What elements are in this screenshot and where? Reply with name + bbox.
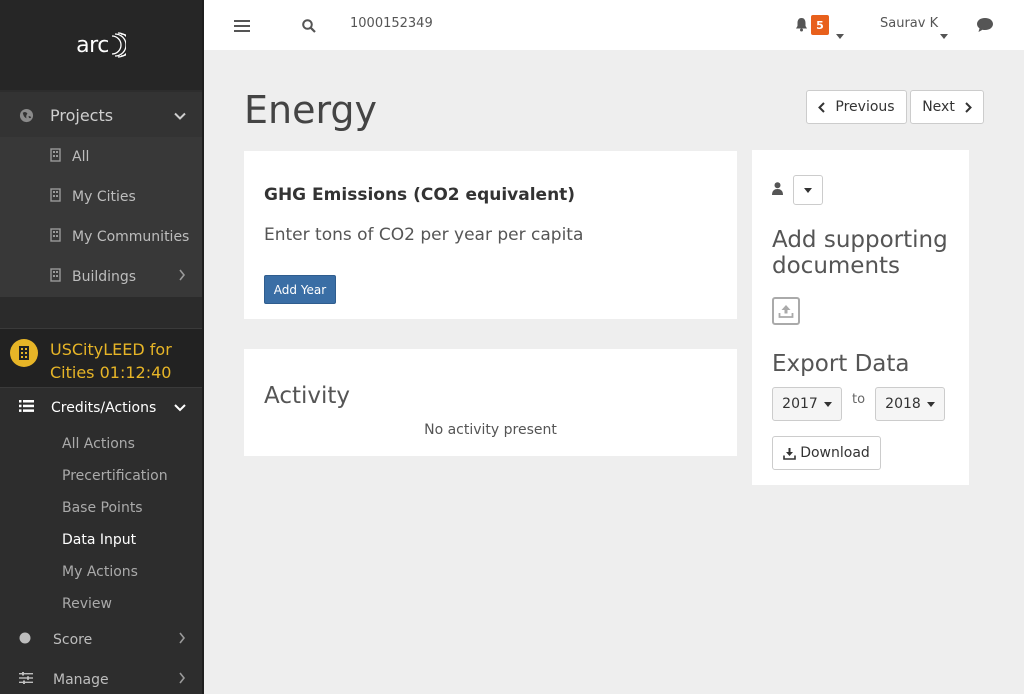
download-label: Download — [800, 445, 870, 461]
sidebar-item-buildings[interactable]: Buildings — [0, 257, 202, 297]
hamburger-menu-icon[interactable] — [234, 18, 250, 37]
sidebar-item-label: My Communities — [72, 229, 190, 245]
sidebar-item-label: My Cities — [72, 189, 136, 205]
from-year-value: 2017 — [782, 396, 818, 412]
side-panel: Add supporting documents Export Data 201… — [752, 150, 969, 485]
activity-empty-text: No activity present — [424, 422, 557, 438]
chevron-right-icon — [178, 672, 186, 688]
sidebar-item-manage[interactable]: Manage — [0, 660, 202, 694]
notification-badge[interactable]: 5 — [811, 15, 829, 35]
sidebar-item-my-communities[interactable]: My Communities — [0, 217, 202, 257]
download-button[interactable]: Download — [772, 436, 881, 470]
assignee-dropdown-button[interactable] — [793, 175, 823, 205]
sidebar-item-all-actions[interactable]: All Actions — [62, 436, 135, 452]
chevron-left-icon — [818, 101, 826, 113]
credits-actions-label: Credits/Actions — [51, 400, 157, 416]
sidebar-item-review[interactable]: Review — [62, 596, 112, 612]
arc-logo[interactable]: arc — [76, 32, 126, 58]
to-label: to — [852, 392, 866, 407]
building-icon — [50, 268, 61, 286]
export-data-heading: Export Data — [772, 351, 910, 377]
upload-icon[interactable] — [772, 297, 800, 325]
supporting-docs-line2: documents — [772, 253, 901, 279]
logo-arcs-icon — [111, 32, 126, 58]
globe-icon — [18, 107, 34, 123]
sliders-icon — [19, 672, 33, 688]
chevron-right-icon — [965, 101, 972, 113]
supporting-docs-heading: Add supporting documents — [772, 227, 948, 279]
sidebar-item-label: Buildings — [72, 269, 137, 285]
building-icon — [50, 228, 61, 246]
circle-icon — [19, 632, 31, 648]
search-icon[interactable] — [302, 18, 316, 37]
chevron-right-icon — [178, 632, 186, 648]
building-icon — [50, 148, 61, 166]
page-title: Energy — [244, 88, 378, 132]
project-name: USCityLEED for Cities 01:12:40 — [50, 340, 172, 382]
caret-down-icon — [926, 401, 935, 407]
chevron-right-icon — [178, 269, 186, 285]
manage-label: Manage — [53, 672, 109, 688]
from-year-select[interactable]: 2017 — [772, 387, 842, 421]
search-input[interactable]: 1000152349 — [350, 16, 433, 31]
user-icon — [772, 180, 783, 199]
caret-down-icon[interactable] — [940, 24, 948, 43]
sidebar-item-base-points[interactable]: Base Points — [62, 500, 143, 516]
to-year-select[interactable]: 2018 — [875, 387, 945, 421]
sidebar-item-precertification[interactable]: Precertification — [62, 468, 168, 484]
ghg-subtitle: Enter tons of CO2 per year per capita — [264, 225, 584, 245]
sidebar-item-my-cities[interactable]: My Cities — [0, 177, 202, 217]
current-project[interactable]: USCityLEED for Cities 01:12:40 — [0, 328, 202, 388]
logo-area: arc — [0, 0, 202, 90]
sidebar-item-all[interactable]: All — [0, 137, 202, 177]
projects-menu-header[interactable]: Projects — [0, 92, 202, 138]
previous-button[interactable]: Previous — [806, 90, 907, 124]
chat-icon[interactable] — [976, 17, 994, 37]
score-label: Score — [53, 632, 93, 648]
user-menu[interactable]: Saurav K — [880, 16, 938, 31]
caret-down-icon[interactable] — [836, 24, 844, 43]
download-icon — [783, 447, 797, 460]
bell-icon[interactable] — [795, 17, 808, 36]
city-icon — [10, 339, 38, 367]
topbar: 1000152349 5 Saurav K — [204, 0, 1024, 50]
activity-title: Activity — [264, 383, 351, 409]
projects-label: Projects — [50, 105, 114, 125]
ghg-emissions-card: GHG Emissions (CO2 equivalent) Enter ton… — [244, 151, 737, 319]
sidebar-divider — [0, 297, 202, 328]
caret-down-icon — [823, 401, 832, 407]
chevron-down-icon — [174, 400, 186, 416]
sidebar-item-label: All — [72, 149, 90, 165]
sidebar-item-score[interactable]: Score — [0, 620, 202, 660]
caret-down-icon — [804, 187, 812, 193]
logo-text: arc — [76, 32, 109, 58]
ghg-title: GHG Emissions (CO2 equivalent) — [264, 185, 576, 205]
credits-actions-menu-header[interactable]: Credits/Actions — [0, 388, 202, 428]
sidebar-item-data-input[interactable]: Data Input — [62, 532, 136, 548]
sidebar-item-my-actions[interactable]: My Actions — [62, 564, 138, 580]
next-button[interactable]: Next — [910, 90, 984, 124]
next-label: Next — [922, 99, 955, 115]
list-icon — [19, 400, 34, 416]
activity-card: Activity No activity present — [244, 349, 737, 456]
building-icon — [50, 188, 61, 206]
chevron-down-icon — [174, 106, 186, 125]
sidebar: arc Projects All My Cities My Communitie… — [0, 0, 204, 694]
add-year-button[interactable]: Add Year — [264, 275, 336, 304]
previous-label: Previous — [835, 99, 895, 115]
to-year-value: 2018 — [885, 396, 921, 412]
supporting-docs-line1: Add supporting — [772, 227, 948, 253]
